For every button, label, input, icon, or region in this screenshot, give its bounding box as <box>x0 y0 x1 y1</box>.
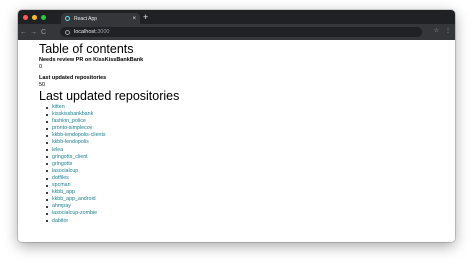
tab-bar: React App × + <box>18 10 455 24</box>
bookmark-star-icon[interactable]: ☆ <box>434 27 439 34</box>
minimize-window-button[interactable] <box>32 14 37 20</box>
toc-heading: Table of contents <box>39 42 134 56</box>
repo-link[interactable]: kkbb_app <box>46 189 455 196</box>
repo-link[interactable]: pronto-simplecov <box>46 125 455 132</box>
tab-title: React App <box>74 15 98 22</box>
repo-link[interactable]: lelea <box>46 147 455 154</box>
reload-icon[interactable]: C <box>39 29 48 36</box>
repo-link[interactable]: gringotts_client <box>46 154 455 161</box>
close-window-button[interactable] <box>23 14 28 20</box>
browser-tab[interactable]: React App × <box>61 13 140 24</box>
maximize-window-button[interactable] <box>41 14 46 20</box>
react-favicon-icon <box>65 16 70 21</box>
repo-link[interactable]: kitten <box>46 104 455 111</box>
repo-link[interactable]: kkbb_app_android <box>46 196 455 203</box>
browser-toolbar: ← → C localhost :3000 ☆ ⋮ <box>18 24 455 40</box>
repo-link[interactable]: ahmpay <box>46 203 455 210</box>
tab-close-icon[interactable]: × <box>132 16 136 22</box>
url-port: :3000 <box>95 29 110 35</box>
page-content: Table of contents Needs review PR on Kis… <box>18 40 455 242</box>
repo-link[interactable]: kkbb-lendopolis <box>46 139 455 146</box>
repo-link[interactable]: kkbb-lendopolis-clients <box>46 132 455 139</box>
repo-link[interactable]: dabitor <box>46 218 455 225</box>
repo-list: kitten kisskissbankbank fashion_police p… <box>46 104 455 225</box>
last-updated-label: Last updated repositories <box>39 75 107 81</box>
repo-link[interactable]: lasocialcup-zombie <box>46 210 455 217</box>
last-updated-value: 50 <box>39 82 46 88</box>
forward-icon[interactable]: → <box>29 29 38 36</box>
new-tab-button[interactable]: + <box>143 11 148 23</box>
needs-review-value: 0 <box>39 64 43 70</box>
back-icon[interactable]: ← <box>19 29 28 36</box>
url-host: localhost <box>74 29 96 35</box>
repo-link[interactable]: lasocialcup <box>46 168 455 175</box>
repos-heading: Last updated repositories <box>39 89 180 103</box>
repo-link[interactable]: kisskissbankbank <box>46 111 455 118</box>
window-controls <box>18 10 46 24</box>
address-bar[interactable]: localhost :3000 <box>60 27 422 37</box>
site-info-icon[interactable] <box>65 29 70 35</box>
browser-menu-icon[interactable]: ⋮ <box>445 27 451 34</box>
needs-review-label: Needs review PR on KissKissBankBank <box>39 57 144 63</box>
repo-link[interactable]: spcman <box>46 182 455 189</box>
repo-link[interactable]: fashion_police <box>46 118 455 125</box>
toolbar-actions: ☆ ⋮ <box>434 27 451 34</box>
repo-link[interactable]: dotfiles <box>46 175 455 182</box>
browser-window: React App × + ← → C localhost :3000 ☆ ⋮ … <box>18 10 455 242</box>
repo-link[interactable]: gringotts <box>46 161 455 168</box>
